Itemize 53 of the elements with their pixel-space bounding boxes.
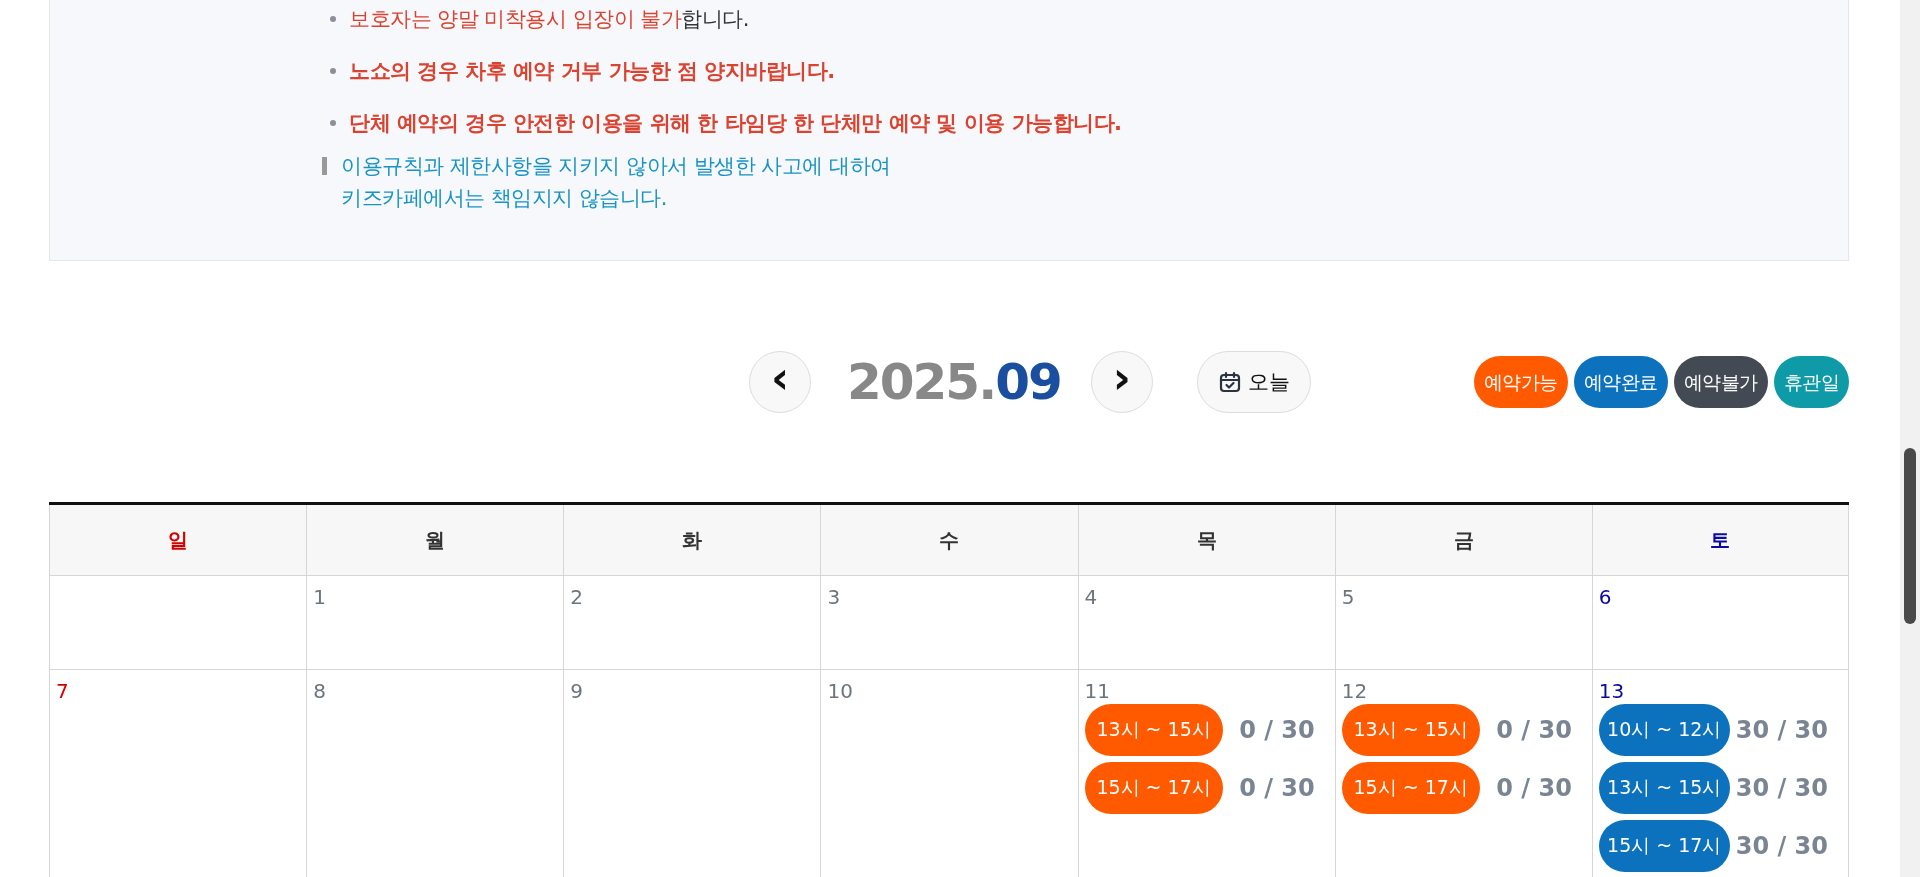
day-number: 7 (56, 678, 70, 704)
month-title: 2025.09 (847, 353, 1061, 411)
capacity-count: 30 / 30 (1735, 832, 1829, 860)
capacity-count: 0 / 30 (1495, 716, 1573, 744)
day-number: 3 (827, 584, 842, 610)
time-slot-button[interactable]: 15시 ~ 17시 (1084, 762, 1223, 814)
legend-badge: 예약가능 (1473, 356, 1568, 408)
today-button[interactable]: 오늘 (1196, 351, 1311, 413)
time-slot-button[interactable]: 10시 ~ 12시 (1598, 704, 1730, 756)
day-number: 2 (570, 584, 584, 610)
bar-marker (322, 157, 327, 175)
notice-text: 보호자는 양말 미착용시 입장이 불가합니다. (349, 6, 749, 33)
time-slot-button[interactable]: 13시 ~ 15시 (1084, 704, 1223, 756)
day-number: 1 (313, 584, 327, 610)
weekday-header: 목 (1077, 505, 1335, 576)
capacity-count: 0 / 30 (1238, 716, 1316, 744)
time-slot-button[interactable]: 13시 ~ 15시 (1598, 762, 1730, 814)
bullet-dot (330, 68, 336, 74)
scrollbar[interactable] (1900, 0, 1920, 877)
time-slot-button[interactable]: 15시 ~ 17시 (1341, 762, 1480, 814)
capacity-count: 0 / 30 (1495, 774, 1573, 802)
notice-text: 노쇼의 경우 차후 예약 거부 가능한 점 양지바랍니다. (349, 58, 835, 85)
capacity-count: 0 / 30 (1238, 774, 1316, 802)
next-month-button[interactable]: › (1090, 351, 1153, 413)
weekday-header: 화 (563, 505, 821, 576)
day-number: 4 (1084, 584, 1099, 610)
legend-badge: 휴관일 (1773, 356, 1849, 408)
capacity-count: 30 / 30 (1735, 716, 1829, 744)
scrollbar-thumb[interactable] (1904, 448, 1916, 624)
day-number: 12 (1341, 678, 1369, 704)
day-number: 6 (1598, 584, 1613, 610)
capacity-count: 30 / 30 (1735, 774, 1829, 802)
disclaimer-text: 이용규칙과 제한사항을 지키지 않아서 발생한 사고에 대하여 키즈카페에서는 책임지지 않습니다. (341, 153, 891, 212)
bullet-dot (330, 16, 336, 22)
legend-badge: 예약완료 (1573, 356, 1668, 408)
day-number: 9 (570, 678, 584, 704)
day-number: 8 (313, 678, 327, 704)
weekday-header: 월 (306, 505, 564, 576)
notice-text: 단체 예약의 경우 안전한 이용을 위해 한 타임당 한 단체만 예약 및 이용 가능합니다. (349, 110, 1122, 137)
legend-badge: 예약불가 (1673, 356, 1768, 408)
weekday-header: 일 (49, 505, 307, 576)
weekday-header: 금 (1334, 505, 1592, 576)
time-slot-button[interactable]: 15시 ~ 17시 (1598, 820, 1730, 872)
previous-month-button[interactable]: ‹ (749, 351, 811, 413)
day-number: 10 (827, 678, 854, 704)
day-number: 11 (1084, 678, 1111, 704)
weekday-header: 토 (1591, 505, 1849, 576)
time-slot-button[interactable]: 13시 ~ 15시 (1341, 704, 1480, 756)
bullet-dot (330, 120, 336, 126)
calendar-check-icon (1217, 370, 1242, 394)
day-number: 13 (1598, 678, 1626, 704)
weekday-header: 수 (820, 505, 1078, 576)
day-number: 5 (1341, 584, 1356, 610)
